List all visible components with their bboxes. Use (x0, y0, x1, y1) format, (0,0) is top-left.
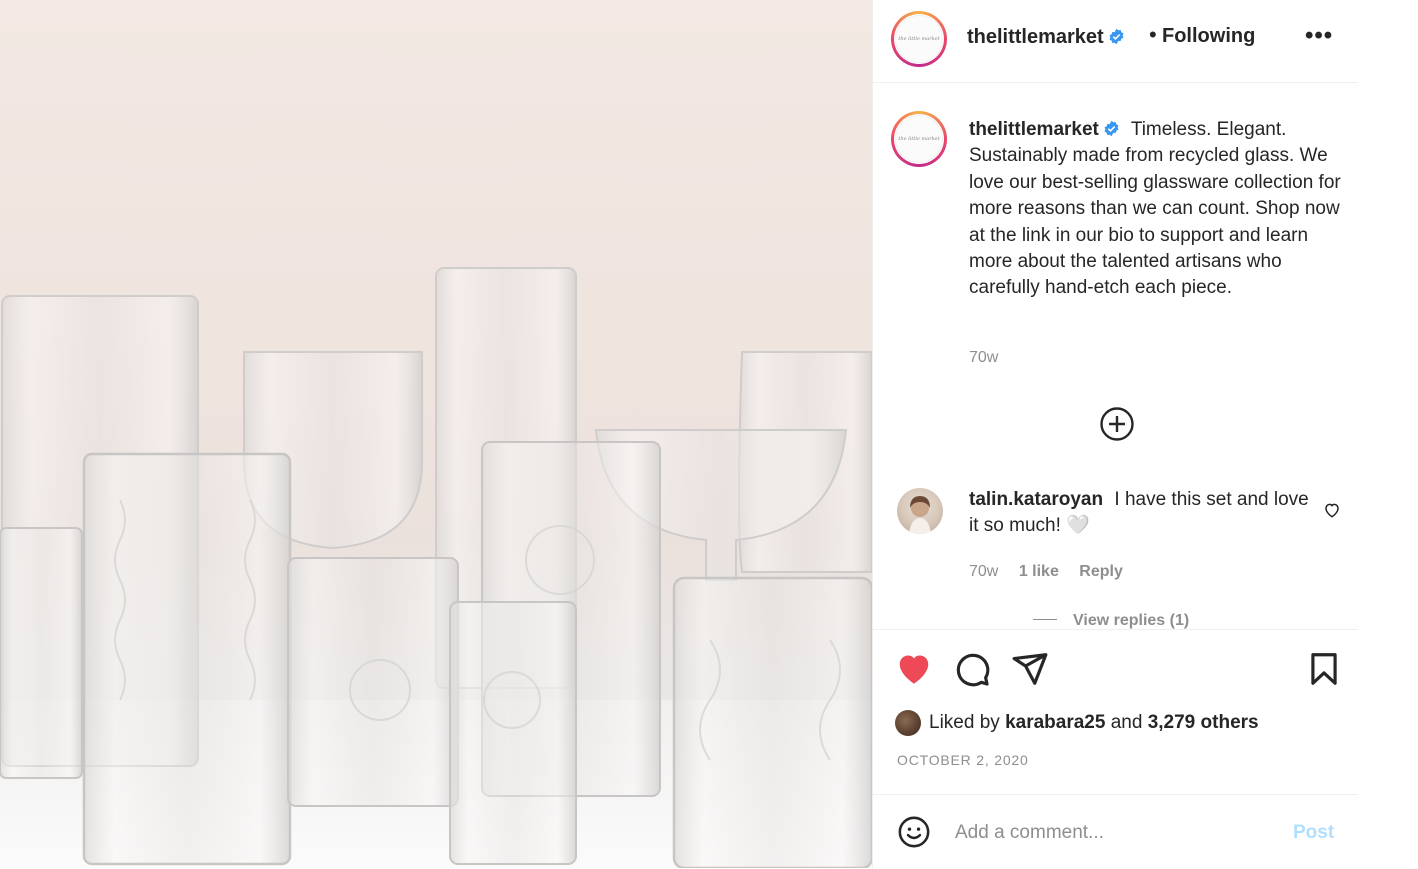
avatar-logo: the little market (895, 115, 943, 163)
bookmark-icon[interactable] (1305, 650, 1343, 688)
verified-badge-icon (1104, 120, 1119, 137)
post-username-link[interactable]: thelittlemarket (967, 26, 1125, 49)
liker-avatar[interactable] (895, 710, 921, 736)
glassware-photo (0, 267, 872, 868)
view-replies-button[interactable]: View replies (1) (1033, 612, 1189, 629)
liked-by-row: Liked by karabara25 and 3,279 others (895, 710, 1259, 736)
liked-by-joiner: and (1110, 712, 1143, 733)
post-header: the little market thelittlemarket • Foll… (873, 0, 1359, 83)
post-date[interactable]: OCTOBER 2, 2020 (897, 752, 1029, 768)
caption-avatar[interactable]: the little market (891, 111, 947, 167)
paper-plane-icon[interactable] (1011, 650, 1049, 688)
post-image[interactable] (0, 0, 872, 868)
comment-input[interactable] (953, 817, 1277, 849)
verified-badge-icon (1109, 28, 1124, 45)
username-text: thelittlemarket (969, 119, 1099, 140)
post-comment-button[interactable]: Post (1293, 822, 1334, 844)
reply-button[interactable]: Reply (1079, 563, 1123, 580)
replies-divider-line (1033, 619, 1057, 620)
commenter-photo (909, 496, 931, 534)
plus-circle-icon[interactable] (1099, 406, 1135, 442)
add-comment-bar: Post (873, 794, 1359, 869)
liker-username-link[interactable]: karabara25 (1005, 712, 1105, 734)
post-side-panel: the little market thelittlemarket • Foll… (872, 0, 1359, 868)
speech-bubble-icon[interactable] (953, 650, 991, 688)
post-actions: Liked by karabara25 and 3,279 others OCT… (873, 629, 1359, 794)
commenter-username-link[interactable]: talin.kataroyan (969, 489, 1103, 510)
commenter-avatar[interactable] (897, 488, 943, 534)
profile-avatar[interactable]: the little market (891, 11, 947, 67)
caption-username-link[interactable]: thelittlemarket (969, 119, 1120, 140)
comment-likes-count[interactable]: 1 like (1019, 563, 1059, 580)
post-caption: thelittlemarket Timeless. Elegant. Susta… (969, 117, 1349, 302)
comment-like-heart-icon[interactable] (1323, 501, 1341, 519)
comment-timestamp[interactable]: 70w (969, 563, 998, 580)
avatar-logo: the little market (895, 15, 943, 63)
smiley-icon[interactable] (897, 815, 931, 849)
liked-by-prefix: Liked by (929, 712, 1000, 733)
comment-meta: 70w 1 like Reply (969, 563, 1139, 581)
username-text: thelittlemarket (967, 26, 1104, 48)
comments-scroll-area[interactable]: the little market thelittlemarket Timele… (873, 83, 1359, 629)
separator-dot: • (1149, 22, 1157, 47)
view-replies-label: View replies (1) (1073, 612, 1190, 629)
page-margin (1358, 0, 1418, 868)
following-button[interactable]: Following (1162, 25, 1255, 48)
more-options-icon[interactable]: ••• (1305, 22, 1333, 50)
caption-timestamp[interactable]: 70w (969, 349, 998, 367)
heart-filled-icon[interactable] (895, 650, 933, 688)
comment-body: talin.kataroyan I have this set and love… (969, 487, 1309, 540)
caption-text: Timeless. Elegant. Sustainably made from… (969, 119, 1341, 299)
others-likes-link[interactable]: 3,279 others (1148, 712, 1259, 734)
